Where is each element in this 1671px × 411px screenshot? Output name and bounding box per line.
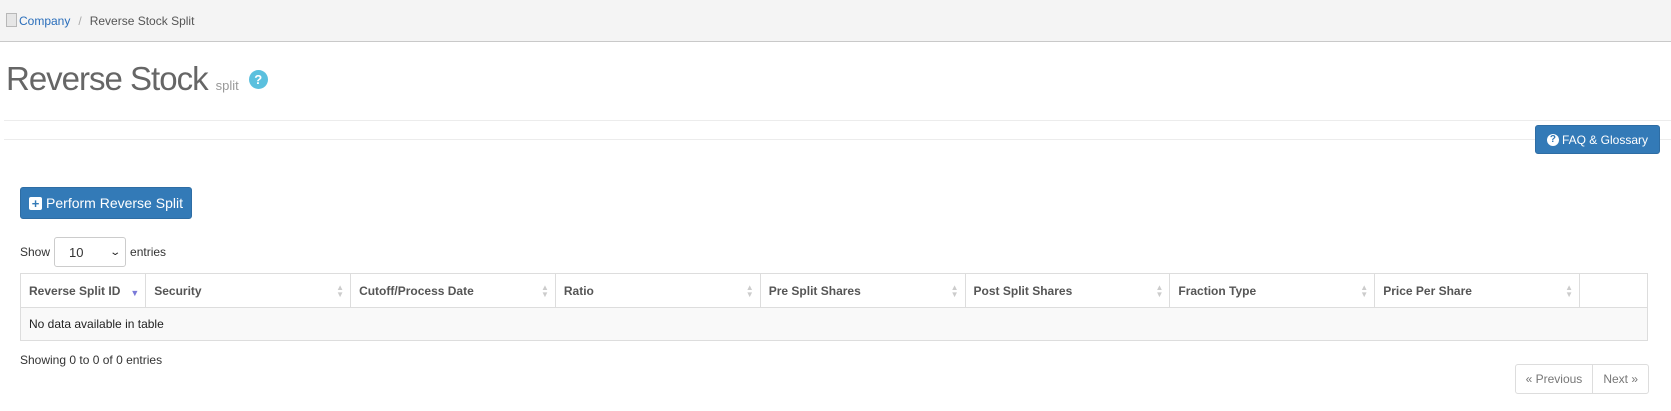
sort-icon: ▲ ▼ [336,283,345,299]
breadcrumb-company-link[interactable]: Company [19,14,70,28]
table-header-row: Reverse Split ID ▼ Security ▲ ▼ Cutoff/Pr… [19,273,1648,308]
plus-square-icon: + [29,196,43,210]
breadcrumb-current: Reverse Stock Split [89,13,195,28]
column-header-reverse-split-id[interactable]: Reverse Split ID ▼ [19,273,147,308]
next-page-button[interactable]: Next » [1592,365,1648,393]
column-header-label: Fraction Type [1178,283,1257,298]
column-header-label: Pre Split Shares [768,283,861,298]
previous-page-button[interactable]: « Previous [1516,365,1593,393]
column-header-label: Post Split Shares [973,283,1073,298]
question-circle-icon[interactable]: ? [248,70,268,89]
entries-per-page-select[interactable]: 10 ⌄ [54,237,127,267]
sort-icon: ▲ ▼ [1565,283,1574,299]
column-header-cutoff-process-date[interactable]: Cutoff/Process Date ▲ ▼ [350,273,556,308]
sort-icon: ▲ ▼ [1155,283,1164,299]
page-subtitle: split [215,78,239,93]
sort-icon: ▲ ▼ [950,283,959,299]
sort-icon: ▲ ▼ [1360,283,1369,299]
faq-glossary-label: FAQ & Glossary [1561,132,1648,147]
divider [4,120,1671,121]
entries-per-page-value: 10 [69,244,84,260]
sort-desc-icon: ▼ [130,288,140,298]
column-header-ratio[interactable]: Ratio ▲ ▼ [554,273,761,308]
sort-icon: ▲ ▼ [745,283,754,299]
column-header-actions [1579,273,1648,308]
column-header-price-per-share[interactable]: Price Per Share ▲ ▼ [1374,273,1581,308]
entries-label: entries [130,245,167,259]
chevron-down-icon: ⌄ [108,246,121,258]
table-row: No data available in table [20,307,1648,341]
pagination: « Previous Next » [1514,364,1649,394]
table-length-control: Show 10 ⌄ entries [20,237,166,267]
column-header-security[interactable]: Security ▲ ▼ [145,273,352,308]
perform-reverse-split-label: Perform Reverse Split [46,195,183,211]
show-label: Show [20,245,51,259]
column-header-post-split-shares[interactable]: Post Split Shares ▲ ▼ [964,273,1171,308]
column-header-fraction-type[interactable]: Fraction Type ▲ ▼ [1169,273,1376,308]
table-info: Showing 0 to 0 of 0 entries [20,353,163,367]
question-circle-icon: ? [1546,133,1559,146]
column-header-label: Price Per Share [1383,283,1472,298]
breadcrumb-separator: / [78,13,82,28]
empty-table-message: No data available in table [20,307,1648,341]
column-header-label: Reverse Split ID [29,283,121,298]
page-header: Reverse Stock split ? [6,60,268,98]
divider [4,139,1671,140]
perform-reverse-split-button[interactable]: + Perform Reverse Split [20,187,192,219]
page-icon [6,12,17,27]
faq-glossary-button[interactable]: ? FAQ & Glossary [1534,125,1660,154]
page-title: Reverse Stock [6,60,209,97]
column-header-label: Cutoff/Process Date [359,283,474,298]
column-header-pre-split-shares[interactable]: Pre Split Shares ▲ ▼ [759,273,966,308]
sort-icon: ▲ ▼ [540,283,549,299]
reverse-split-table: Reverse Split ID ▼ Security ▲ ▼ Cutoff/Pr… [19,273,1648,341]
breadcrumb: Company / Reverse Stock Split [0,0,1671,42]
column-header-label: Security [154,283,202,298]
column-header-label: Ratio [563,283,594,298]
